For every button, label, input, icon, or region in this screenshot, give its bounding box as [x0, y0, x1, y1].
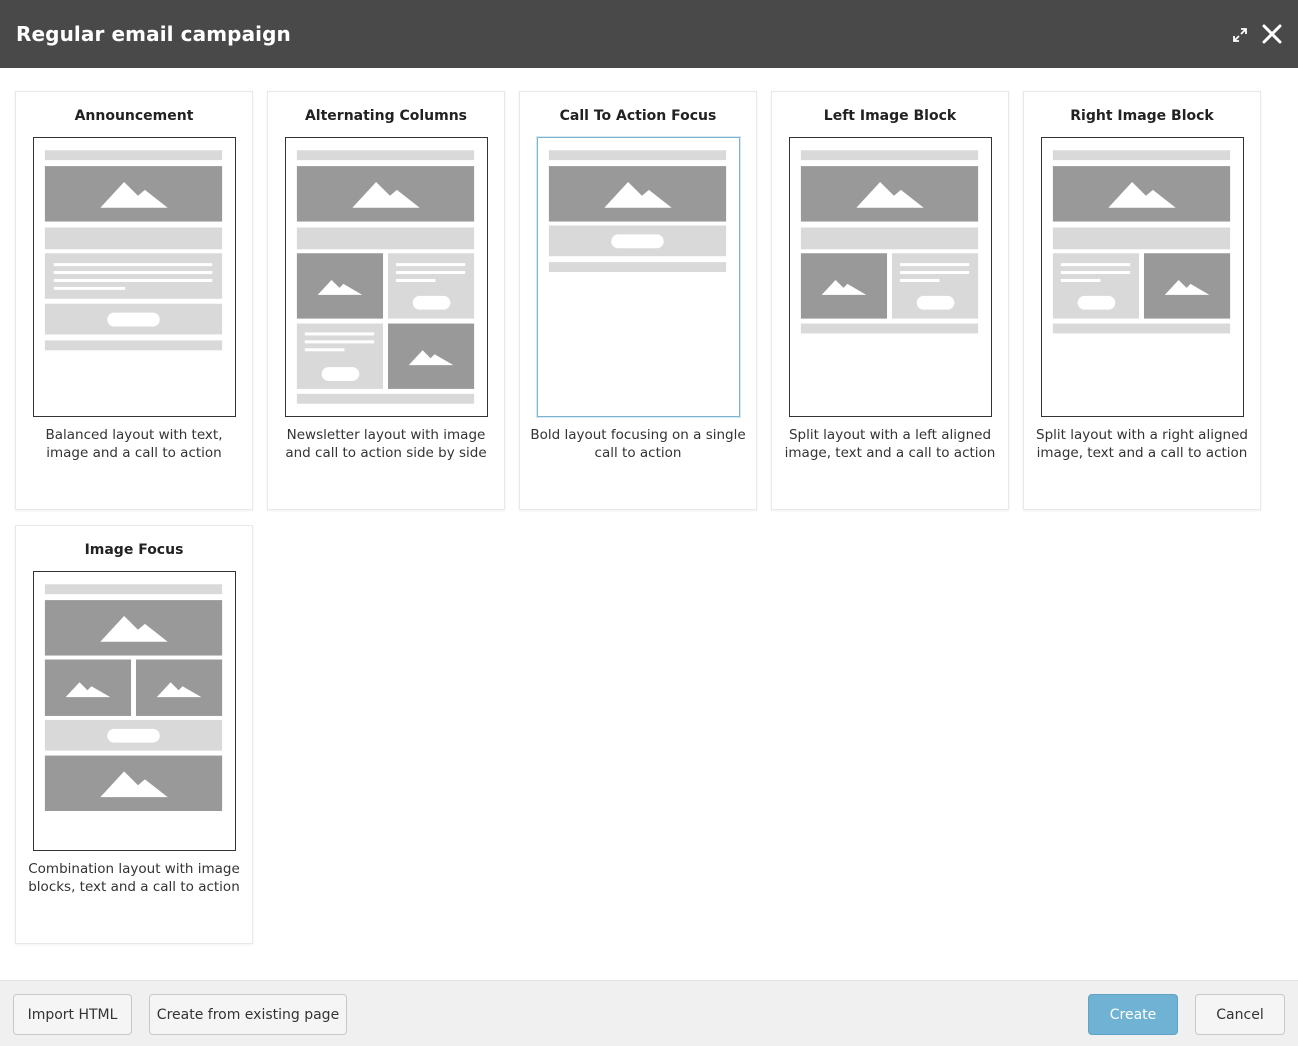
template-card-left-image-block[interactable]: Left Image Block Split layout with a lef…	[771, 91, 1009, 510]
template-card-right-image-block[interactable]: Right Image Block Split layout with a ri…	[1023, 91, 1261, 510]
template-description: Split layout with a right aligned image,…	[1036, 427, 1248, 461]
template-card-announcement[interactable]: Announcement Balanced layout with text, …	[15, 91, 253, 510]
template-preview-image-focus	[33, 571, 236, 851]
template-preview-alternating-columns	[285, 137, 488, 417]
template-description: Balanced layout with text, image and a c…	[45, 427, 223, 461]
template-card-call-to-action-focus[interactable]: Call To Action Focus Bold layout focusin…	[519, 91, 757, 510]
dialog-header: Regular email campaign	[0, 0, 1298, 68]
close-icon[interactable]	[1260, 22, 1284, 46]
template-gallery: Announcement Balanced layout with text, …	[0, 68, 1298, 980]
maximize-icon[interactable]	[1231, 26, 1249, 44]
template-title: Image Focus	[84, 542, 184, 558]
template-title: Call To Action Focus	[559, 108, 717, 124]
import-html-button[interactable]: Import HTML	[13, 994, 132, 1035]
dialog-title: Regular email campaign	[16, 22, 291, 46]
create-from-existing-page-button[interactable]: Create from existing page	[149, 994, 347, 1035]
template-description: Bold layout focusing on a single call to…	[530, 427, 746, 461]
template-preview-left-image-block	[789, 137, 992, 417]
template-description: Combination layout with image blocks, te…	[28, 861, 240, 895]
template-title: Announcement	[74, 108, 194, 124]
create-button[interactable]: Create	[1088, 994, 1178, 1035]
template-preview-right-image-block	[1041, 137, 1244, 417]
template-description: Split layout with a left aligned image, …	[784, 427, 996, 461]
template-title: Left Image Block	[823, 108, 957, 124]
dialog-footer: Import HTML Create from existing page Cr…	[0, 980, 1298, 1046]
template-card-image-focus[interactable]: Image Focus Combination layout with imag…	[15, 525, 253, 944]
template-title: Alternating Columns	[304, 108, 468, 124]
template-card-alternating-columns[interactable]: Alternating Columns Newsletter layout wi…	[267, 91, 505, 510]
template-description: Newsletter layout with image and call to…	[285, 427, 487, 461]
cancel-button[interactable]: Cancel	[1195, 994, 1285, 1035]
template-preview-announcement	[33, 137, 236, 417]
template-title: Right Image Block	[1070, 108, 1214, 124]
template-preview-call-to-action-focus	[537, 137, 740, 417]
